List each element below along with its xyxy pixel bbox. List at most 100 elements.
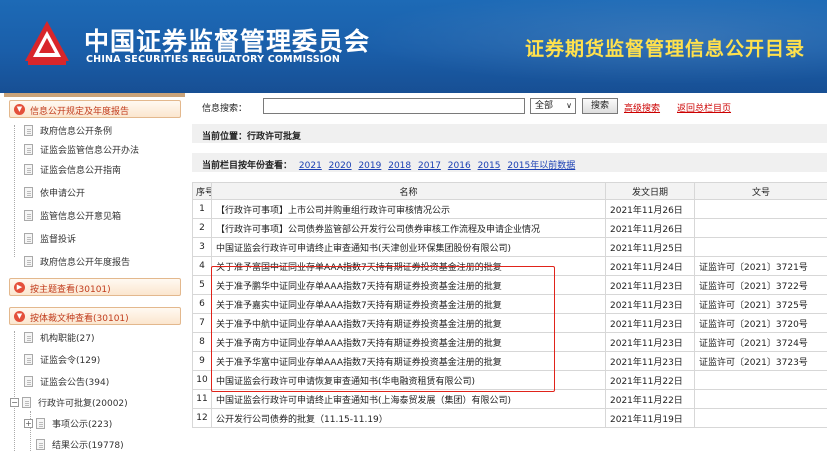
year-link-2018[interactable]: 2018 (388, 161, 411, 171)
table-row[interactable]: 3 中国证监会行政许可申请终止审查通知书(天津创业环保集团股份有限公司) 2021年… (192, 237, 827, 257)
search-button[interactable]: 搜索 (582, 98, 618, 114)
sidebar-group-label: 信息公开规定及年度报告 (30, 107, 130, 117)
document-icon (24, 144, 33, 155)
row-doc-number: 证监许可〔2021〕3725号 (694, 294, 827, 314)
row-number: 2 (192, 218, 212, 238)
row-number: 11 (192, 389, 212, 409)
row-title-link[interactable]: 中国证监会行政许可申请终止审查通知书(天津创业环保集团股份有限公司) (211, 237, 606, 257)
search-scope-select[interactable]: 全部 ∨ (530, 98, 576, 114)
sidebar-group-by-topic[interactable]: ▶ 按主题查看(30101) (9, 278, 181, 296)
year-link-2020[interactable]: 2020 (329, 161, 352, 171)
sidebar-item-announcements[interactable]: 证监会公告(394) (24, 375, 109, 391)
sidebar-group-by-genre[interactable]: ▼ 按体裁文种查看(30101) (9, 307, 181, 325)
table-row[interactable]: 2 【行政许可事项】公司债券监管部公开发行公司债券审核工作流程及申请企业情况 202… (192, 218, 827, 238)
search-scope-value: 全部 (535, 101, 554, 111)
row-date: 2021年11月25日 (605, 237, 695, 257)
row-doc-number: 证监许可〔2021〕3722号 (694, 275, 827, 295)
search-bar: 信息搜索： 全部 ∨ 搜索 高级搜索 返回总栏目页 (192, 97, 827, 115)
sidebar-item-orders[interactable]: 证监会令(129) (24, 353, 100, 369)
tree-connector (14, 125, 15, 257)
row-number: 1 (192, 199, 212, 219)
table-row[interactable]: 6 关于准予嘉实中证同业存单AAA指数7天持有期证券投资基金注册的批复 2021年1… (192, 294, 827, 314)
site-title: 证券期货监督管理信息公开目录 (524, 38, 805, 60)
row-doc-number (694, 408, 827, 428)
row-title-link[interactable]: 中国证监会行政许可申请终止审查通知书(上海泰贸发展（集团）有限公司) (211, 389, 606, 409)
sidebar-tree-admin-approvals[interactable]: − 行政许可批复(20002) (10, 396, 128, 412)
row-title-link[interactable]: 关于准予鹏华中证同业存单AAA指数7天持有期证券投资基金注册的批复 (211, 275, 606, 295)
row-date: 2021年11月22日 (605, 389, 695, 409)
row-doc-number (694, 370, 827, 390)
year-link-2016[interactable]: 2016 (448, 161, 471, 171)
sidebar-tree-item-results[interactable]: 结果公示(19778) (36, 438, 124, 454)
year-link-2017[interactable]: 2017 (418, 161, 441, 171)
org-title-en: CHINA SECURITIES REGULATORY COMMISSION (86, 54, 341, 65)
back-to-index-link[interactable]: 返回总栏目页 (677, 101, 731, 114)
sidebar-item-disclosure-guide[interactable]: 证监会信息公开指南 (24, 163, 121, 179)
row-title-link[interactable]: 关于准予嘉实中证同业存单AAA指数7天持有期证券投资基金注册的批复 (211, 294, 606, 314)
sidebar-group-label: 按体裁文种查看(30101) (30, 314, 129, 324)
table-row[interactable]: 11 中国证监会行政许可申请终止审查通知书(上海泰贸发展（集团）有限公司) 2021… (192, 389, 827, 409)
sidebar-group-disclosure-rules[interactable]: ▼ 信息公开规定及年度报告 (9, 100, 181, 118)
column-header-name: 名称 (211, 182, 606, 200)
org-title-cn: 中国证券监督管理委员会 (84, 27, 371, 56)
table-row[interactable]: 8 关于准予南方中证同业存单AAA指数7天持有期证券投资基金注册的批复 2021年1… (192, 332, 827, 352)
row-title-link[interactable]: 关于准予富国中证同业存单AAA指数7天持有期证券投资基金注册的批复 (211, 256, 606, 276)
table-row[interactable]: 10 中国证监会行政许可申请恢复审查通知书(华电融资租赁有限公司) 2021年11月… (192, 370, 827, 390)
row-number: 8 (192, 332, 212, 352)
tree-connector (14, 331, 15, 451)
sidebar-item-feedback-box[interactable]: 监管信息公开意见箱 (24, 209, 121, 225)
row-title-link[interactable]: 【行政许可事项】上市公司并购重组行政许可审核情况公示 (211, 199, 606, 219)
sidebar-item-regulations[interactable]: 政府信息公开条例 (24, 124, 112, 140)
row-title-link[interactable]: 公开发行公司债券的批复（11.15-11.19） (211, 408, 606, 428)
table-row[interactable]: 9 关于准予华富中证同业存单AAA指数7天持有期证券投资基金注册的批复 2021年1… (192, 351, 827, 371)
row-title-link[interactable]: 中国证监会行政许可申请恢复审查通知书(华电融资租赁有限公司) (211, 370, 606, 390)
document-icon (24, 354, 33, 365)
table-row[interactable]: 1 【行政许可事项】上市公司并购重组行政许可审核情况公示 2021年11月26日 (192, 199, 827, 219)
row-title-link[interactable]: 关于准予南方中证同业存单AAA指数7天持有期证券投资基金注册的批复 (211, 332, 606, 352)
breadcrumb: 当前位置：行政许可批复 (202, 132, 302, 142)
row-doc-number: 证监许可〔2021〕3721号 (694, 256, 827, 276)
csrc-emblem-icon (25, 21, 69, 65)
row-date: 2021年11月22日 (605, 370, 695, 390)
table-row[interactable]: 4 关于准予富国中证同业存单AAA指数7天持有期证券投资基金注册的批复 2021年1… (192, 256, 827, 276)
year-link-2019[interactable]: 2019 (358, 161, 381, 171)
row-doc-number: 证监许可〔2021〕3720号 (694, 313, 827, 333)
year-filter-label: 当前栏目按年份查看： (202, 161, 293, 171)
sidebar-item-request-disclosure[interactable]: 依申请公开 (24, 186, 85, 202)
row-date: 2021年11月24日 (605, 256, 695, 276)
table-row[interactable]: 7 关于准予中航中证同业存单AAA指数7天持有期证券投资基金注册的批复 2021年1… (192, 313, 827, 333)
row-title-link[interactable]: 【行政许可事项】公司债券监管部公开发行公司债券审核工作流程及申请企业情况 (211, 218, 606, 238)
document-icon (24, 187, 33, 198)
row-title-link[interactable]: 关于准予中航中证同业存单AAA指数7天持有期证券投资基金注册的批复 (211, 313, 606, 333)
tree-collapse-icon[interactable]: − (10, 398, 19, 407)
sidebar: ▼ 信息公开规定及年度报告 政府信息公开条例 证监会监管信息公开办法 证监会信息… (0, 93, 185, 454)
sidebar-item-annual-report[interactable]: 政府信息公开年度报告 (24, 255, 130, 271)
search-input[interactable] (263, 98, 525, 114)
sidebar-item-disclosure-measures[interactable]: 证监会监管信息公开办法 (24, 143, 139, 159)
sidebar-tree-item-notices[interactable]: + 事项公示(223) (24, 417, 112, 433)
sidebar-item-functions[interactable]: 机构职能(27) (24, 331, 94, 347)
sidebar-top-rule (4, 93, 185, 97)
row-date: 2021年11月26日 (605, 218, 695, 238)
year-link-2021[interactable]: 2021 (299, 161, 322, 171)
table-row[interactable]: 5 关于准予鹏华中证同业存单AAA指数7天持有期证券投资基金注册的批复 2021年1… (192, 275, 827, 295)
row-number: 3 (192, 237, 212, 257)
sidebar-item-complaints[interactable]: 监督投诉 (24, 232, 76, 248)
row-doc-number: 证监许可〔2021〕3723号 (694, 351, 827, 371)
expand-toggle-icon: ▶ (14, 282, 25, 293)
tree-expand-icon[interactable]: + (24, 419, 33, 428)
sidebar-group-label: 按主题查看(30101) (30, 285, 111, 295)
advanced-search-link[interactable]: 高级搜索 (624, 101, 660, 114)
column-header-doc-no: 文号 (694, 182, 827, 200)
row-title-link[interactable]: 关于准予华富中证同业存单AAA指数7天持有期证券投资基金注册的批复 (211, 351, 606, 371)
year-link-2015[interactable]: 2015 (478, 161, 501, 171)
row-number: 6 (192, 294, 212, 314)
document-icon (36, 439, 45, 450)
row-date: 2021年11月26日 (605, 199, 695, 219)
results-table: 序号 名称 发文日期 文号 1【行政许可事项】上市公司并购重组行政许可审核情况公… (192, 182, 827, 428)
row-date: 2021年11月23日 (605, 332, 695, 352)
table-row[interactable]: 12 公开发行公司债券的批复（11.15-11.19） 2021年11月19日 (192, 408, 827, 428)
row-doc-number (694, 237, 827, 257)
year-link-pre-2015[interactable]: 2015年以前数据 (507, 161, 575, 171)
year-filter: 当前栏目按年份查看： 2021 2020 2019 2018 2017 2016… (202, 158, 579, 171)
